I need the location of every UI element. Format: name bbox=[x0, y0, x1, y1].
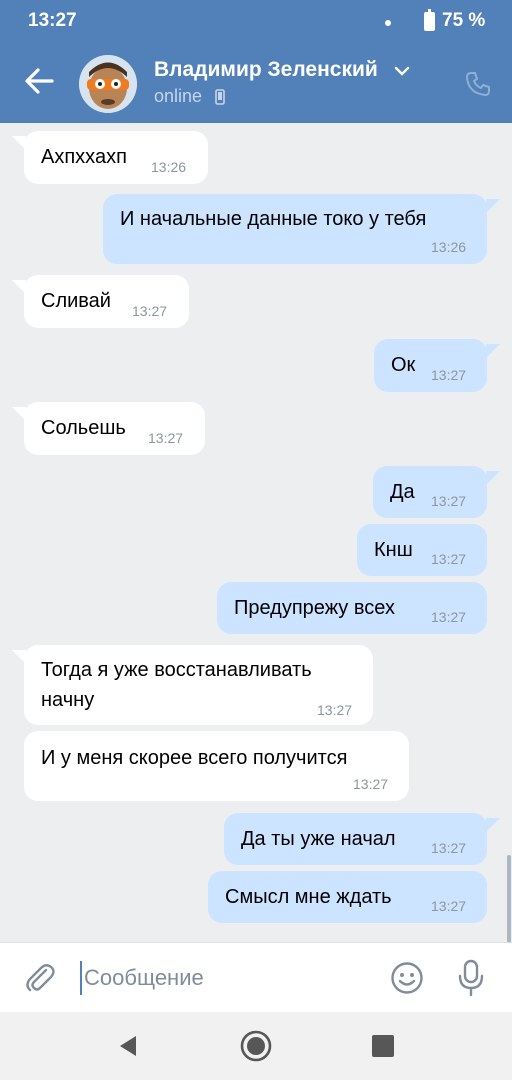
text-cursor bbox=[80, 961, 82, 995]
message-time: 13:27 bbox=[317, 702, 353, 718]
chat-scrollbar[interactable] bbox=[507, 855, 511, 943]
nav-recents-icon[interactable] bbox=[372, 1035, 394, 1057]
message-text: Да bbox=[390, 481, 415, 503]
message-time: 13:27 bbox=[353, 776, 389, 792]
nav-home-icon[interactable] bbox=[240, 1030, 272, 1062]
notification-dot-icon bbox=[385, 20, 391, 26]
presence-status: online bbox=[154, 86, 203, 106]
mobile-phone-icon bbox=[215, 89, 225, 105]
message-text-line-2: начну bbox=[41, 689, 95, 711]
nav-back-icon[interactable] bbox=[116, 1034, 140, 1058]
message-incoming[interactable]: Ахпххахп 13:26 bbox=[24, 131, 208, 184]
message-time: 13:27 bbox=[431, 493, 467, 509]
message-text: Ахпххахп bbox=[41, 146, 127, 168]
paperclip-icon[interactable] bbox=[24, 961, 56, 995]
message-incoming[interactable]: Тогда я уже восстанавливать начну 13:27 bbox=[24, 645, 373, 725]
message-text: Смысл мне ждать bbox=[225, 886, 392, 908]
message-outgoing[interactable]: И начальные данные токо у тебя 13:26 bbox=[103, 194, 487, 264]
message-outgoing[interactable]: Да ты уже начал 13:27 bbox=[224, 813, 487, 865]
battery-percent: 75 % bbox=[442, 10, 486, 31]
message-text: Сольешь bbox=[41, 417, 126, 439]
message-text: И у меня скорее всего получится bbox=[41, 747, 348, 769]
smile-icon[interactable] bbox=[390, 961, 424, 995]
message-time: 13:27 bbox=[431, 367, 467, 383]
message-text: Предупрежу всех bbox=[234, 597, 395, 619]
message-time: 13:26 bbox=[151, 159, 187, 175]
bubble-tail bbox=[486, 818, 500, 832]
message-text: Да ты уже начал bbox=[241, 828, 396, 850]
contact-name[interactable]: Владимир Зеленский bbox=[154, 58, 378, 82]
status-time: 13:27 bbox=[28, 10, 77, 31]
app-header: 13:27 75 % Владимир Зеленский online bbox=[0, 0, 512, 123]
message-input[interactable] bbox=[84, 963, 374, 993]
message-time: 13:27 bbox=[431, 609, 467, 625]
arrow-left-icon[interactable] bbox=[22, 64, 56, 98]
message-text-line-1: Тогда я уже восстанавливать bbox=[41, 659, 312, 681]
message-time: 13:27 bbox=[148, 430, 184, 446]
message-outgoing[interactable]: Смысл мне ждать 13:27 bbox=[208, 871, 487, 923]
message-time: 13:27 bbox=[431, 898, 467, 914]
bubble-tail bbox=[486, 344, 500, 358]
message-outgoing[interactable]: Да 13:27 bbox=[373, 466, 487, 518]
bubble-tail bbox=[486, 471, 500, 485]
message-incoming[interactable]: Сливай 13:27 bbox=[24, 275, 189, 328]
message-time: 13:27 bbox=[431, 551, 467, 567]
bubble-tail bbox=[486, 199, 500, 213]
phone-icon[interactable] bbox=[464, 70, 492, 98]
status-bar: 13:27 75 % bbox=[0, 0, 512, 44]
message-composer bbox=[0, 942, 512, 1012]
message-outgoing[interactable]: Кнш 13:27 bbox=[357, 524, 487, 576]
message-text: Ок bbox=[391, 354, 416, 376]
chevron-down-icon[interactable] bbox=[392, 64, 412, 78]
microphone-icon[interactable] bbox=[456, 959, 486, 997]
message-text: Сливай bbox=[41, 290, 111, 312]
battery-icon bbox=[424, 9, 435, 31]
contact-avatar[interactable] bbox=[79, 55, 137, 113]
message-incoming[interactable]: Сольешь 13:27 bbox=[24, 402, 205, 455]
message-outgoing[interactable]: Предупрежу всех 13:27 bbox=[217, 582, 487, 634]
message-outgoing[interactable]: Ок 13:27 bbox=[374, 339, 487, 392]
message-text: И начальные данные токо у тебя bbox=[120, 208, 427, 230]
message-time: 13:27 bbox=[431, 840, 467, 856]
system-nav-bar bbox=[0, 1012, 512, 1080]
message-incoming[interactable]: И у меня скорее всего получится 13:27 bbox=[24, 731, 409, 801]
message-time: 13:27 bbox=[132, 303, 168, 319]
message-time: 13:26 bbox=[431, 239, 467, 255]
message-text: Кнш bbox=[374, 539, 413, 561]
